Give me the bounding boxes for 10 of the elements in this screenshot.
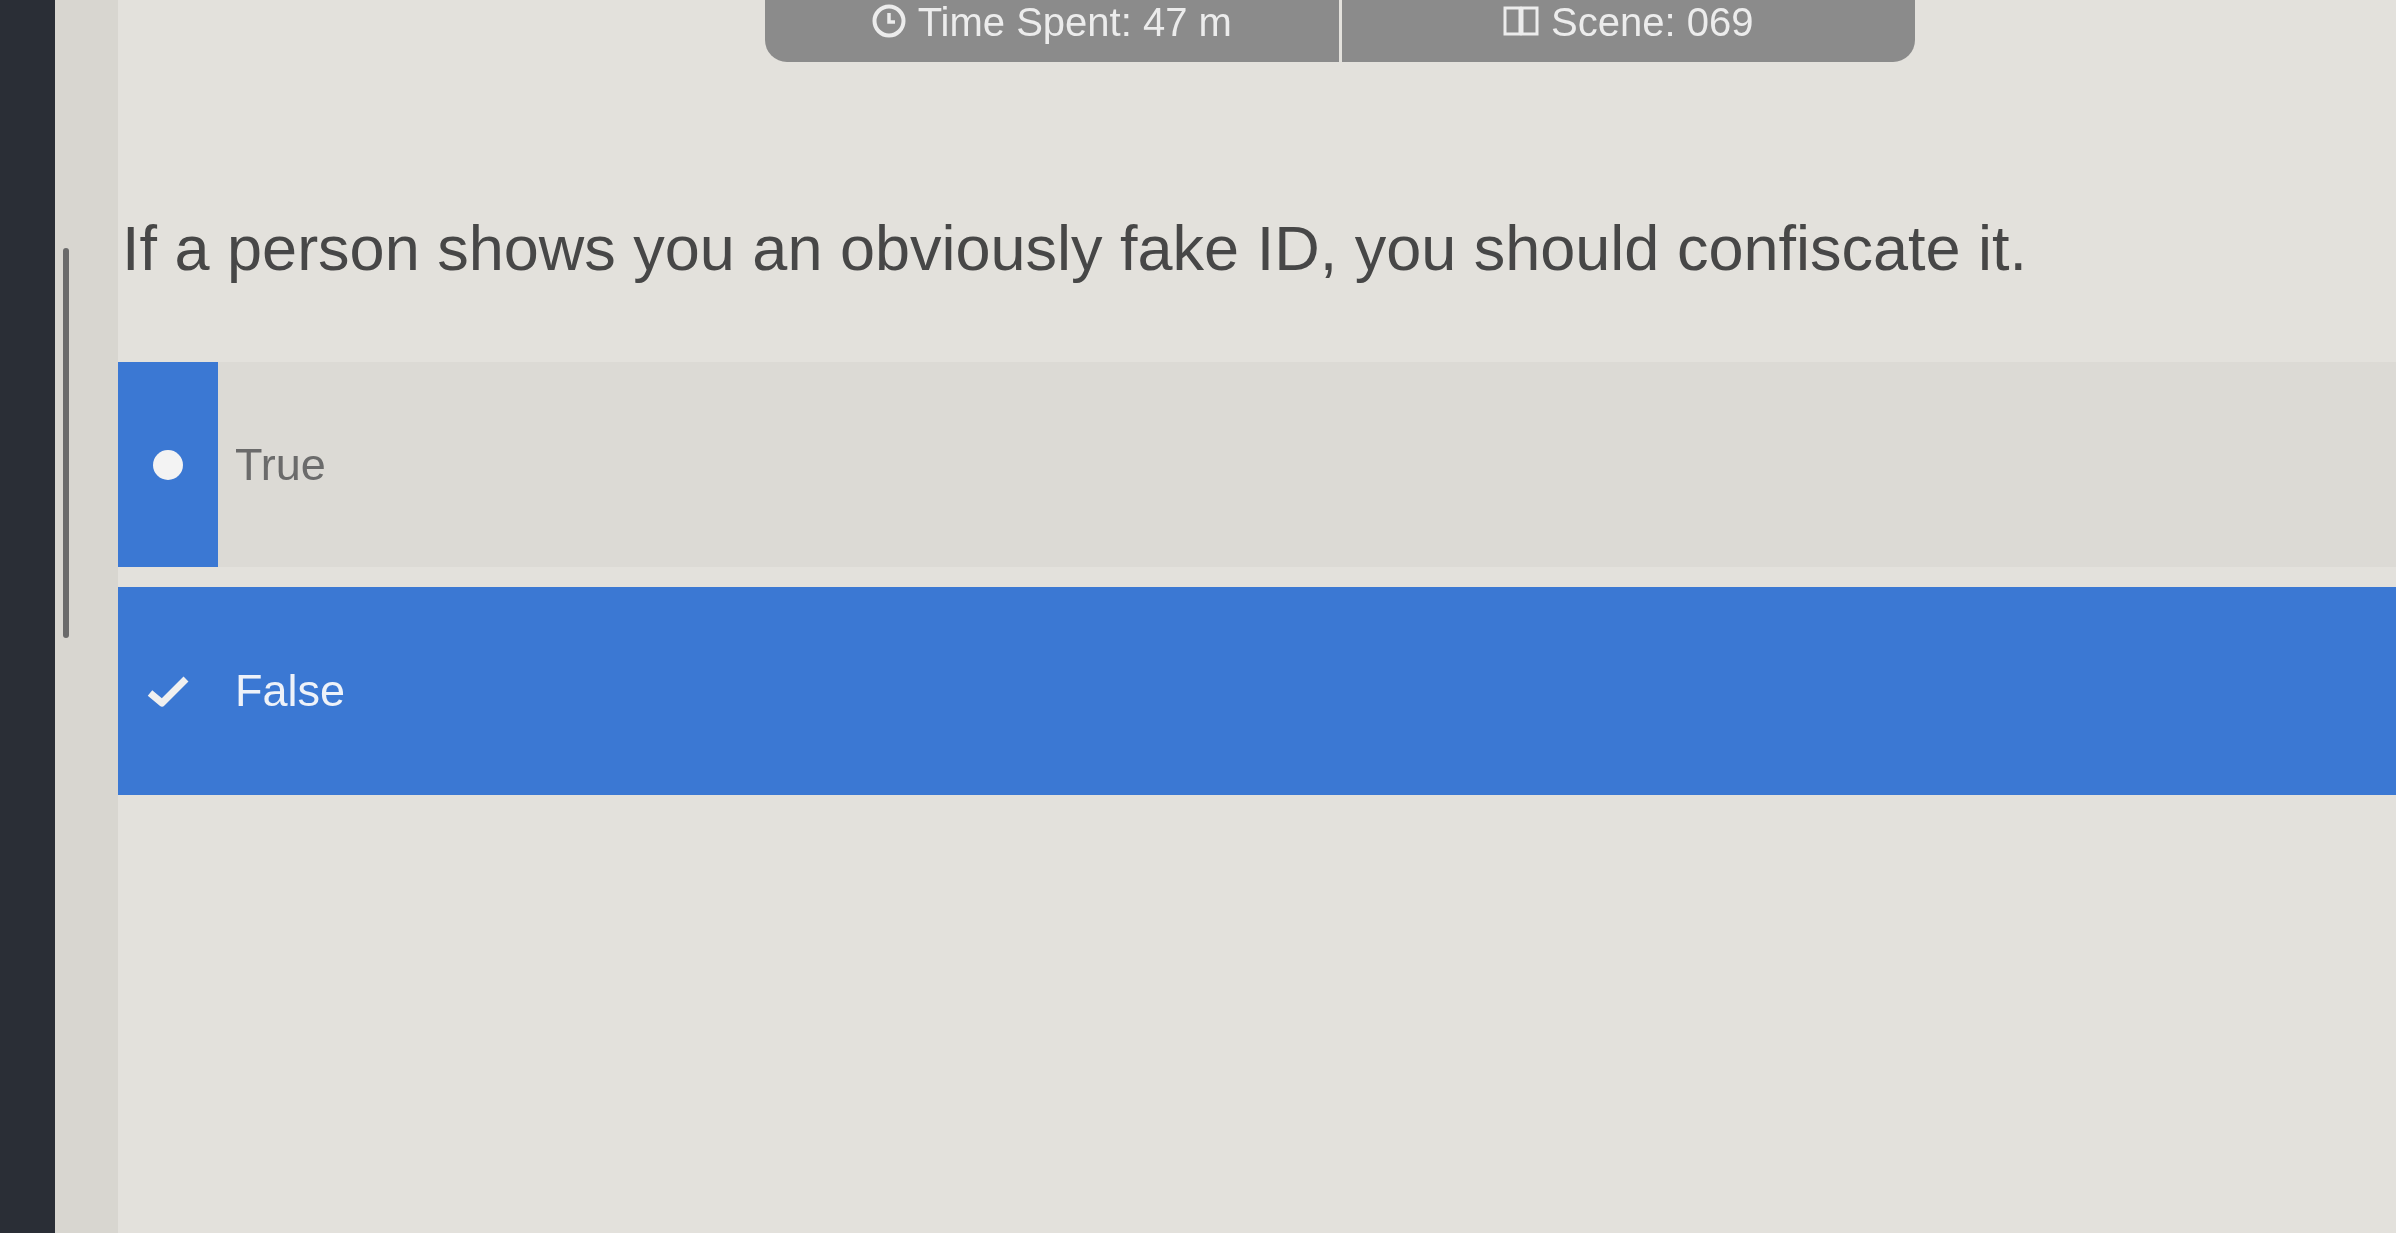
book-icon [1503,6,1540,36]
answer-option[interactable]: False [118,587,2396,795]
question-text: If a person shows you an obviously fake ID, you should confiscate it. [121,212,2028,284]
answer-option[interactable]: True [118,362,2396,567]
radio-icon [153,449,183,480]
stat-label: Time Spent: 47 m [917,0,1232,44]
clock-icon [871,4,906,38]
scrollbar-thumb[interactable] [63,248,69,638]
checkmark-icon [146,674,190,708]
stat-label: Scene: 069 [1551,0,1754,44]
